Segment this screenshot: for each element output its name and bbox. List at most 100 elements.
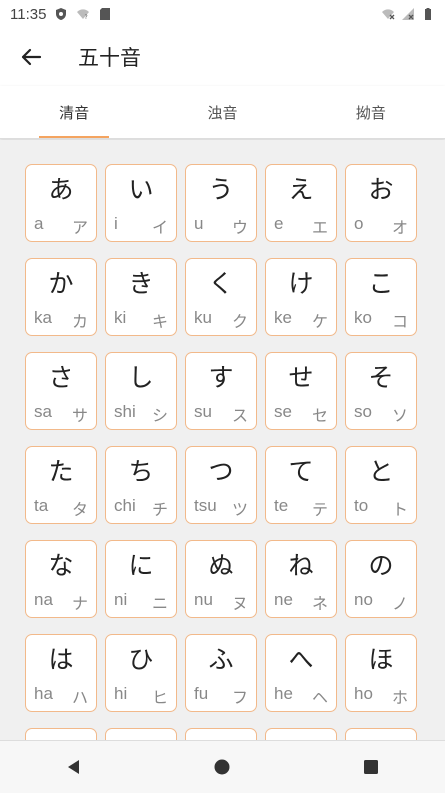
kana-card[interactable]: し shi シ [105,352,177,430]
kana-sub-row: nu ヌ [186,590,256,614]
katakana: ヘ [311,688,328,707]
romaji: e [274,214,284,233]
romaji: ha [34,684,53,703]
kana-card[interactable]: か ka カ [25,258,97,336]
wifi-off-icon [382,9,395,20]
kana-card[interactable]: す su ス [185,352,257,430]
nav-back-button[interactable] [44,747,104,787]
kana-card[interactable]: く ku ク [185,258,257,336]
hiragana: ふ [208,645,234,674]
shield-icon [56,8,67,20]
romaji: sa [34,402,52,421]
status-bar: 11:35 ? [0,0,445,28]
hiragana: た [48,457,74,486]
katakana: テ [311,500,328,519]
kana-card[interactable]: の no ノ [345,540,417,618]
kana-card[interactable]: いiイ [105,164,177,242]
hiragana: の [368,551,394,580]
kana-card[interactable]: ぬ nu ヌ [185,540,257,618]
romaji: na [34,590,53,609]
kana-card[interactable]: さ sa サ [25,352,97,430]
hiragana: ひ [128,645,154,674]
kana-card[interactable]: そ so ソ [345,352,417,430]
kana-card[interactable]: て te テ [265,446,337,524]
kana-sub-row: ta タ [26,496,96,520]
katakana: シ [151,406,168,425]
nav-home-button[interactable] [192,747,252,787]
kana-sub-row: te テ [266,496,336,520]
recents-square-icon [363,760,378,774]
kana-card[interactable]: ち chi チ [105,446,177,524]
katakana: ハ [71,688,88,707]
kana-sub-row: na ナ [26,590,96,614]
kana-card[interactable]: へ he ヘ [265,634,337,712]
back-triangle-icon [68,760,80,774]
kana-card[interactable]: た ta タ [25,446,97,524]
katakana: タ [71,500,88,519]
romaji: ta [34,496,49,515]
kana-card[interactable]: つ tsu ツ [185,446,257,524]
tab-seion[interactable]: 清音 [0,86,148,138]
hiragana: い [128,175,154,204]
hiragana: ち [128,457,154,486]
tab-youon[interactable]: 拗音 [297,86,445,138]
kana-sub-row: ki キ [106,308,176,332]
back-button[interactable] [8,34,54,80]
romaji: tsu [194,496,217,515]
hiragana: し [128,363,154,392]
kana-card[interactable]: せ se セ [265,352,337,430]
kana-card[interactable]: ね ne ネ [265,540,337,618]
kana-card[interactable]: め [265,728,337,740]
nav-recents-button[interactable] [341,747,401,787]
kana-card[interactable]: み [105,728,177,740]
hiragana: ぬ [208,551,234,580]
kana-sub-row: hi ヒ [106,684,176,708]
hiragana: う [208,175,234,204]
kana-card[interactable]: あaア [25,164,97,242]
kana-card[interactable]: き ki キ [105,258,177,336]
kana-sub-row: no ノ [346,590,416,614]
romaji: ni [114,590,128,609]
tab-dakuon[interactable]: 浊音 [148,86,296,138]
romaji: te [274,496,289,515]
katakana: カ [71,312,88,331]
kana-card[interactable]: む [185,728,257,740]
romaji: ki [114,308,127,327]
kana-card[interactable]: ひ hi ヒ [105,634,177,712]
kana-grid-area[interactable]: あ a アい i イう u ウえ e エお o オか ka カき ki キく ku クけ ke ケこ ko コさ sa サし… [0,140,445,740]
romaji: no [354,590,373,609]
kana-card[interactable]: ま [25,728,97,740]
kana-card[interactable]: な na ナ [25,540,97,618]
kana-card[interactable]: け ke ケ [265,258,337,336]
status-right [381,7,435,21]
katakana: ソ [391,406,408,425]
hiragana: こ [368,269,394,298]
kana-card[interactable]: うuウ [185,164,257,242]
kana-sub-row: ho ホ [346,684,416,708]
hiragana: つ [208,457,234,486]
romaji: ke [274,308,292,327]
kana-card[interactable]: ふ fu フ [185,634,257,712]
romaji: ho [354,684,373,703]
romaji: so [354,402,372,421]
status-left: 11:35 ? [10,6,112,23]
kana-card[interactable]: えeエ [265,164,337,242]
kana-card[interactable]: ほ ho ホ [345,634,417,712]
kana-card[interactable]: おoオ [345,164,417,242]
svg-text:?: ? [85,14,88,21]
kana-sub-row: se セ [266,402,336,426]
kana-card[interactable]: は ha ハ [25,634,97,712]
kana-card[interactable]: に ni ニ [105,540,177,618]
kana-card[interactable]: も [345,728,417,740]
kana-card[interactable]: と to ト [345,446,417,524]
hiragana: か [48,269,74,298]
kana-sub-row: ko コ [346,308,416,332]
romaji: a [34,214,44,233]
kana-sub-row: eエ [266,214,336,238]
kana-sub-row: chi チ [106,496,176,520]
romaji: se [274,402,292,421]
hiragana: さ [48,363,74,392]
kana-card[interactable]: こ ko コ [345,258,417,336]
katakana: ヌ [231,594,248,613]
romaji: su [194,402,212,421]
